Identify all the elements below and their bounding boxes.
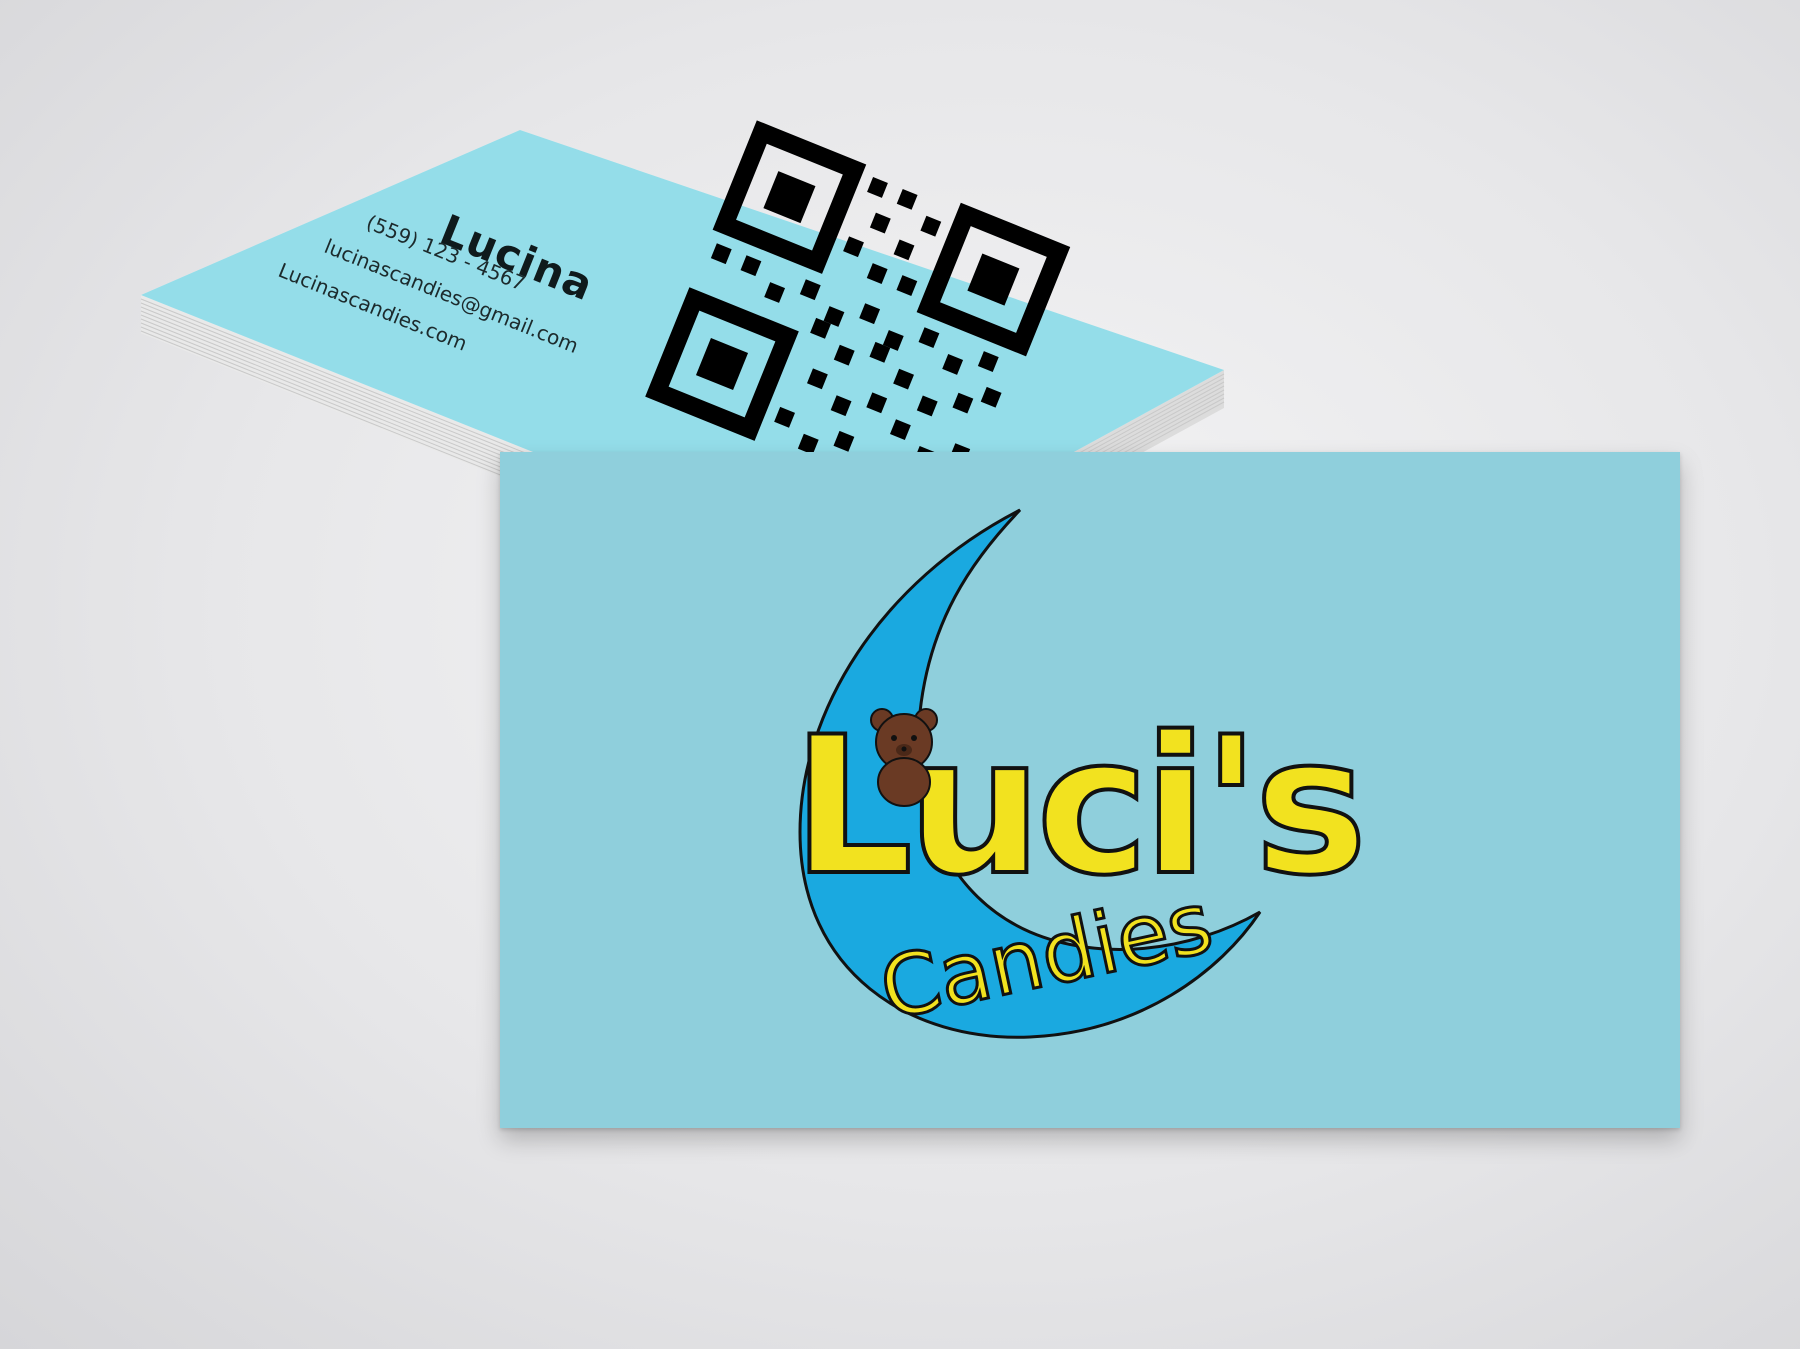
logo-artwork: Luci's Candies <box>790 508 1369 1040</box>
teddy-bear-icon <box>870 708 938 807</box>
front-card: Luci's Candies <box>500 452 1680 1128</box>
business-card-mockup: Lucina (559) 123 - 4567 lucinascandies@g… <box>0 0 1800 1349</box>
